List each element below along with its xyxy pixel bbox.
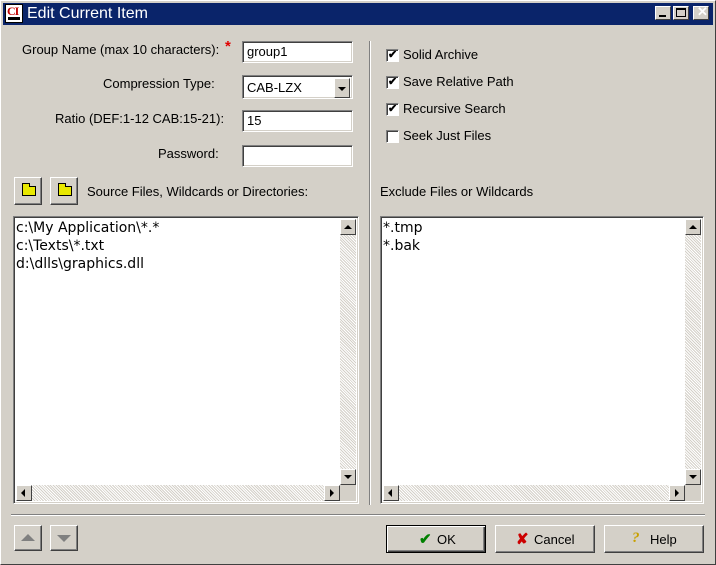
group-name-label: Group Name (max 10 characters): — [22, 42, 220, 57]
minimize-icon — [659, 15, 666, 17]
exclude-files-lines: *.tmp *.bak — [383, 219, 422, 255]
scroll-corner — [685, 485, 701, 501]
chevron-down-icon[interactable] — [334, 78, 350, 98]
horizontal-divider — [11, 514, 705, 516]
vertical-divider — [369, 41, 371, 505]
checkbox-box — [386, 130, 399, 143]
save-relative-path-checkbox[interactable]: ✔ Save Relative Path — [386, 74, 536, 92]
vertical-scrollbar[interactable] — [340, 219, 356, 485]
source-files-lines: c:\My Application\*.* c:\Texts\*.txt d:\… — [16, 219, 159, 273]
cancel-button[interactable]: ✘ Cancel — [495, 525, 595, 553]
scroll-right-icon[interactable] — [324, 485, 340, 501]
ratio-input[interactable]: 15 — [242, 110, 353, 132]
scroll-up-icon[interactable] — [340, 219, 356, 235]
scroll-down-icon[interactable] — [685, 469, 701, 485]
open-folder-icon — [58, 183, 72, 196]
scroll-left-icon[interactable] — [16, 485, 32, 501]
exclude-files-label: Exclude Files or Wildcards — [380, 184, 534, 199]
list-item[interactable]: c:\My Application\*.* — [16, 219, 159, 237]
check-icon: ✔ — [388, 49, 398, 61]
move-up-button[interactable] — [14, 525, 42, 551]
maximize-icon — [676, 8, 686, 17]
scroll-corner — [340, 485, 356, 501]
scroll-left-icon[interactable] — [383, 485, 399, 501]
scroll-up-icon[interactable] — [685, 219, 701, 235]
title-bar[interactable]: CI Edit Current Item ✕ — [3, 3, 713, 25]
add-files-button[interactable] — [50, 177, 78, 205]
scroll-down-icon[interactable] — [340, 469, 356, 485]
checkbox-label: Recursive Search — [403, 101, 506, 116]
close-icon: ✕ — [697, 4, 708, 19]
list-item[interactable]: *.bak — [383, 237, 422, 255]
compression-type-select[interactable]: CAB-LZX — [242, 75, 353, 99]
checkbox-label: Save Relative Path — [403, 74, 514, 89]
ratio-label: Ratio (DEF:1-12 CAB:15-21): — [55, 111, 225, 126]
close-button[interactable]: ✕ — [693, 4, 709, 20]
solid-archive-checkbox[interactable]: ✔ Solid Archive — [386, 47, 536, 65]
checkbox-box: ✔ — [386, 49, 399, 62]
minimize-button[interactable] — [655, 6, 671, 20]
cancel-label: Cancel — [534, 532, 575, 547]
ok-label: OK — [437, 532, 456, 547]
password-label: Password: — [158, 146, 219, 161]
check-icon: ✔ — [388, 103, 398, 115]
maximize-button[interactable] — [673, 6, 689, 20]
password-input[interactable] — [242, 145, 353, 167]
browse-folder-button[interactable] — [14, 177, 42, 205]
move-down-button[interactable] — [50, 525, 78, 551]
horizontal-scrollbar[interactable] — [16, 485, 340, 501]
list-item[interactable]: d:\dlls\graphics.dll — [16, 255, 159, 273]
help-label: Help — [650, 532, 677, 547]
horizontal-scrollbar[interactable] — [383, 485, 685, 501]
x-icon: ✘ — [516, 531, 529, 548]
source-files-label: Source Files, Wildcards or Directories: — [87, 184, 309, 199]
help-button[interactable]: ? Help — [604, 525, 704, 553]
compression-type-value: CAB-LZX — [247, 80, 302, 95]
checkbox-label: Solid Archive — [403, 47, 479, 62]
check-icon: ✔ — [388, 76, 398, 88]
recursive-search-checkbox[interactable]: ✔ Recursive Search — [386, 101, 536, 119]
list-item[interactable]: *.tmp — [383, 219, 422, 237]
scroll-right-icon[interactable] — [669, 485, 685, 501]
exclude-files-list[interactable]: *.tmp *.bak — [380, 216, 704, 504]
checkmark-icon: ✔ — [419, 531, 432, 548]
app-icon: CI — [5, 4, 23, 23]
group-name-input[interactable]: group1 — [242, 41, 353, 63]
checkbox-label: Seek Just Files — [403, 128, 492, 143]
checkbox-box: ✔ — [386, 76, 399, 89]
required-asterisk: * — [225, 38, 231, 55]
seek-just-files-checkbox[interactable]: Seek Just Files — [386, 128, 536, 146]
compression-type-label: Compression Type: — [103, 76, 215, 91]
edit-item-dialog: CI Edit Current Item ✕ Group Name (max 1… — [0, 0, 716, 565]
list-item[interactable]: c:\Texts\*.txt — [16, 237, 159, 255]
window-title: Edit Current Item — [27, 5, 148, 22]
ok-button[interactable]: ✔ OK — [386, 525, 486, 553]
question-icon: ? — [632, 530, 640, 546]
source-files-list[interactable]: c:\My Application\*.* c:\Texts\*.txt d:\… — [13, 216, 359, 504]
checkbox-box: ✔ — [386, 103, 399, 116]
vertical-scrollbar[interactable] — [685, 219, 701, 485]
open-folder-icon — [22, 183, 36, 196]
